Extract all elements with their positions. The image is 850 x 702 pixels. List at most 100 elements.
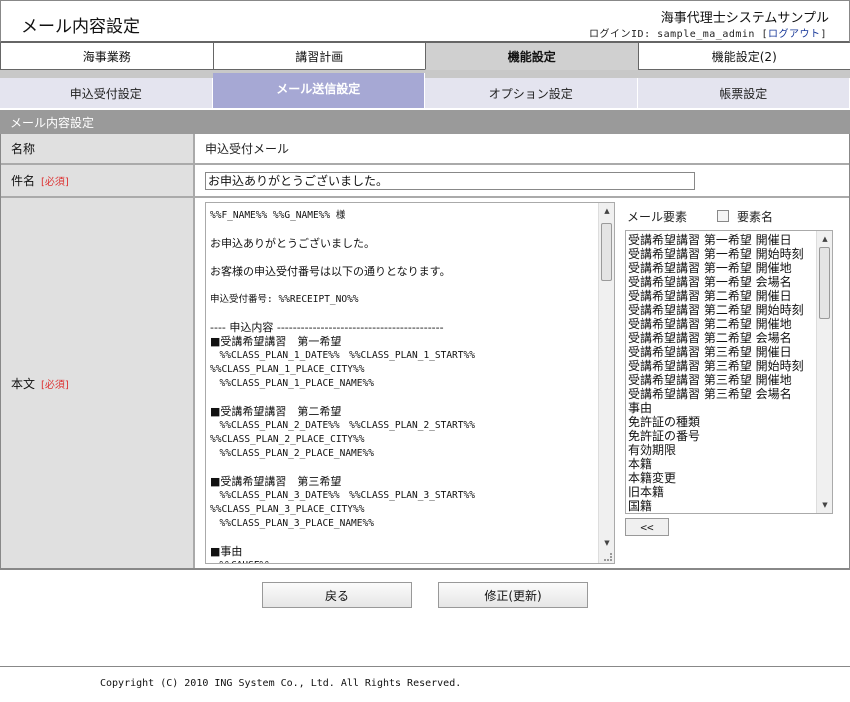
subject-row: 件名 [必須]: [1, 165, 849, 198]
sub-tabs: 申込受付設定 メール送信設定 オプション設定 帳票設定: [0, 73, 850, 108]
element-name-checkbox[interactable]: [717, 210, 730, 222]
login-suffix: ]: [820, 29, 827, 40]
body-line: [210, 391, 600, 405]
list-item[interactable]: 受講希望講習 第一希望 会場名: [628, 275, 814, 289]
body-row: 本文 [必須] %%F_NAME%% %%G_NAME%% 様お申込ありがとうござ…: [1, 198, 849, 570]
body-line: %%CLASS_PLAN_3_PLACE_NAME%%: [210, 518, 374, 529]
list-item[interactable]: 受講希望講習 第一希望 開始時刻: [628, 247, 814, 261]
elements-title: メール要素: [627, 209, 688, 224]
scroll-thumb[interactable]: [819, 247, 830, 319]
scroll-thumb[interactable]: [601, 223, 612, 281]
subject-label: 件名 [必須]: [1, 165, 195, 196]
name-row: 名称 申込受付メール: [1, 134, 849, 165]
listbox-scrollbar[interactable]: ▲ ▼: [816, 231, 832, 513]
body-line: %%CLASS_PLAN_1_PLACE_CITY%%: [210, 364, 365, 375]
list-item[interactable]: 事由: [628, 401, 814, 415]
scroll-down-icon[interactable]: ▼: [817, 497, 832, 513]
body-line: ---- 申込内容 ------------------------------…: [210, 321, 444, 334]
system-name: 海事代理士システムサンプル: [660, 11, 829, 26]
body-line: 申込受付番号: %%RECEIPT_NO%%: [210, 294, 359, 305]
list-item[interactable]: 受講希望講習 第三希望 会場名: [628, 387, 814, 401]
body-line: [210, 251, 600, 265]
tab-function-settings[interactable]: 機能設定: [425, 43, 639, 70]
element-name-label: 要素名: [737, 209, 774, 224]
subtab-option-settings[interactable]: オプション設定: [425, 78, 638, 108]
list-item[interactable]: 受講希望講習 第三希望 開催地: [628, 373, 814, 387]
body-textarea[interactable]: %%F_NAME%% %%G_NAME%% 様お申込ありがとうございました。お客…: [205, 202, 615, 564]
resize-grip-icon[interactable]: [604, 553, 612, 561]
login-info: ログインID: sample_ma_admin [ログアウト]: [589, 25, 827, 40]
body-line: ■事由: [210, 545, 243, 558]
back-button[interactable]: 戻る: [262, 582, 412, 608]
list-item[interactable]: 本籍: [628, 457, 814, 471]
update-button[interactable]: 修正(更新): [438, 582, 588, 608]
body-line: %%F_NAME%% %%G_NAME%% 様: [210, 210, 346, 221]
list-item[interactable]: 受講希望講習 第三希望 開催日: [628, 345, 814, 359]
body-line: [210, 531, 600, 545]
body-line: ■受講希望講習 第三希望: [210, 475, 342, 488]
scroll-up-icon[interactable]: ▲: [817, 231, 832, 247]
body-text: %%F_NAME%% %%G_NAME%% 様お申込ありがとうございました。お客…: [210, 209, 600, 563]
list-item[interactable]: 受講希望講習 第二希望 開始時刻: [628, 303, 814, 317]
body-line: %%CLASS_PLAN_2_PLACE_CITY%%: [210, 434, 365, 445]
list-item[interactable]: 有効期限: [628, 443, 814, 457]
subtab-form-settings[interactable]: 帳票設定: [637, 78, 850, 108]
list-item[interactable]: 国籍: [628, 499, 814, 513]
list-item[interactable]: 本籍変更: [628, 471, 814, 485]
mail-form: 名称 申込受付メール 件名 [必須] 本文 [必須] %%F_NAME%% %%G_…: [0, 134, 850, 570]
tab-maritime-business[interactable]: 海事業務: [0, 43, 214, 70]
body-label: 本文 [必須]: [1, 198, 195, 568]
body-cell: %%F_NAME%% %%G_NAME%% 様お申込ありがとうございました。お客…: [195, 198, 849, 568]
insert-element-button[interactable]: <<: [625, 518, 669, 536]
body-line: %%CAUSE%%: [210, 559, 600, 563]
page-title: メール内容設定: [21, 17, 140, 37]
name-label-text: 名称: [11, 142, 36, 156]
list-item[interactable]: 旧本籍: [628, 485, 814, 499]
form-actions: 戻る 修正(更新): [0, 582, 850, 608]
mail-elements-panel: メール要素 要素名 受講希望講習 第一希望 開催日 受講希望講習 第一希望 開始時…: [625, 206, 835, 536]
subtab-mail-send-settings[interactable]: メール送信設定: [212, 73, 425, 108]
element-list: 受講希望講習 第一希望 開催日 受講希望講習 第一希望 開始時刻 受講希望講習 第一…: [628, 233, 814, 513]
list-item[interactable]: 免許証の種類: [628, 415, 814, 429]
list-item[interactable]: 受講希望講習 第二希望 開催日: [628, 289, 814, 303]
body-line: [210, 279, 600, 293]
body-line: %%CLASS_PLAN_3_PLACE_CITY%%: [210, 504, 365, 515]
scroll-down-icon[interactable]: ▼: [599, 535, 614, 551]
elements-head: メール要素 要素名: [625, 206, 835, 226]
body-line: %%CLASS_PLAN_3_DATE%% %%CLASS_PLAN_3_STA…: [210, 490, 475, 501]
body-line: ■受講希望講習 第二希望: [210, 405, 342, 418]
tab-course-plan[interactable]: 講習計画: [212, 43, 426, 70]
body-line: [210, 461, 600, 475]
body-line: [210, 307, 600, 321]
list-item[interactable]: 免許証の番号: [628, 429, 814, 443]
body-label-text: 本文: [11, 376, 36, 391]
body-line: %%CLASS_PLAN_1_PLACE_NAME%%: [210, 378, 374, 389]
body-line: [210, 223, 600, 237]
name-value: 申込受付メール: [195, 134, 849, 163]
body-scrollbar[interactable]: ▲ ▼: [598, 203, 614, 563]
body-line: ■受講希望講習 第一希望: [210, 335, 342, 348]
subject-cell: [195, 165, 849, 196]
list-item[interactable]: 受講希望講習 第二希望 会場名: [628, 331, 814, 345]
required-mark: [必須]: [41, 177, 69, 188]
logout-link[interactable]: ログアウト: [768, 29, 821, 40]
body-line: %%CLASS_PLAN_2_PLACE_NAME%%: [210, 448, 374, 459]
tab-function-settings-2[interactable]: 機能設定(2): [637, 43, 850, 70]
body-line: お客様の申込受付番号は以下の通りとなります。: [210, 265, 451, 278]
required-mark: [必須]: [41, 379, 69, 391]
list-item[interactable]: 受講希望講習 第一希望 開催日: [628, 233, 814, 247]
section-header: メール内容設定: [0, 110, 850, 134]
page-header: メール内容設定 海事代理士システムサンプル ログインID: sample_ma_…: [0, 0, 850, 43]
subject-input[interactable]: [205, 171, 695, 190]
mail-elements-listbox[interactable]: 受講希望講習 第一希望 開催日 受講希望講習 第一希望 開始時刻 受講希望講習 第一…: [625, 230, 833, 514]
subject-label-text: 件名: [11, 174, 36, 188]
subtab-application-settings[interactable]: 申込受付設定: [0, 78, 213, 108]
login-id: ログインID: sample_ma_admin [: [589, 29, 768, 40]
body-line: お申込ありがとうございました。: [210, 237, 375, 250]
scroll-up-icon[interactable]: ▲: [599, 203, 614, 219]
list-item[interactable]: 受講希望講習 第三希望 開始時刻: [628, 359, 814, 373]
list-item[interactable]: 受講希望講習 第一希望 開催地: [628, 261, 814, 275]
list-item[interactable]: 受講希望講習 第二希望 開催地: [628, 317, 814, 331]
copyright: Copyright (C) 2010 ING System Co., Ltd. …: [100, 678, 462, 689]
name-label: 名称: [1, 134, 195, 163]
